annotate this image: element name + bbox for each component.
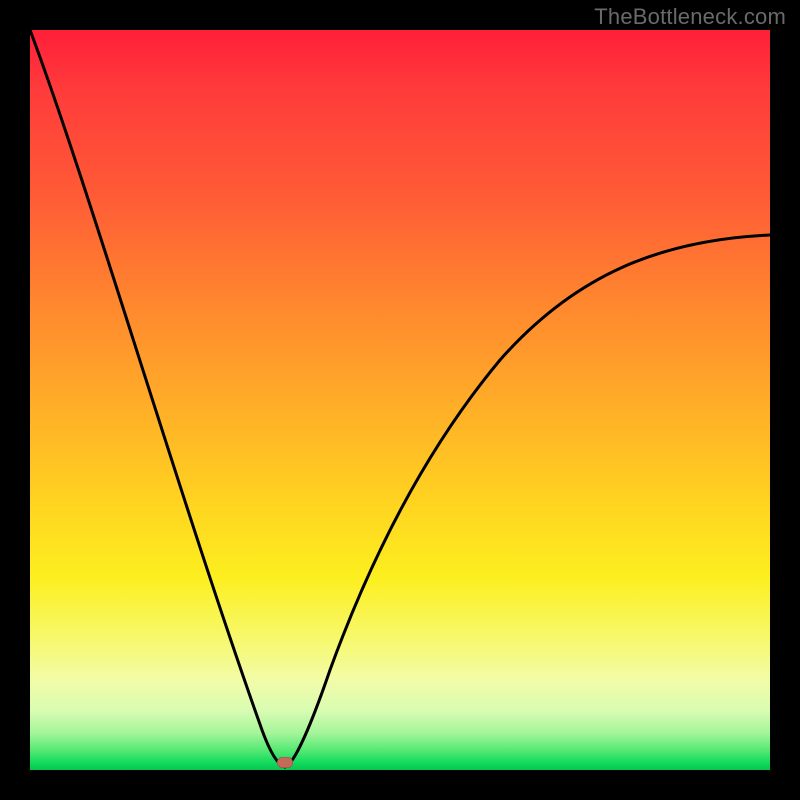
plot-area [30,30,770,770]
optimal-point-marker [277,757,293,768]
attribution-text: TheBottleneck.com [594,4,786,30]
chart-frame: TheBottleneck.com [0,0,800,800]
bottleneck-curve [30,30,770,770]
